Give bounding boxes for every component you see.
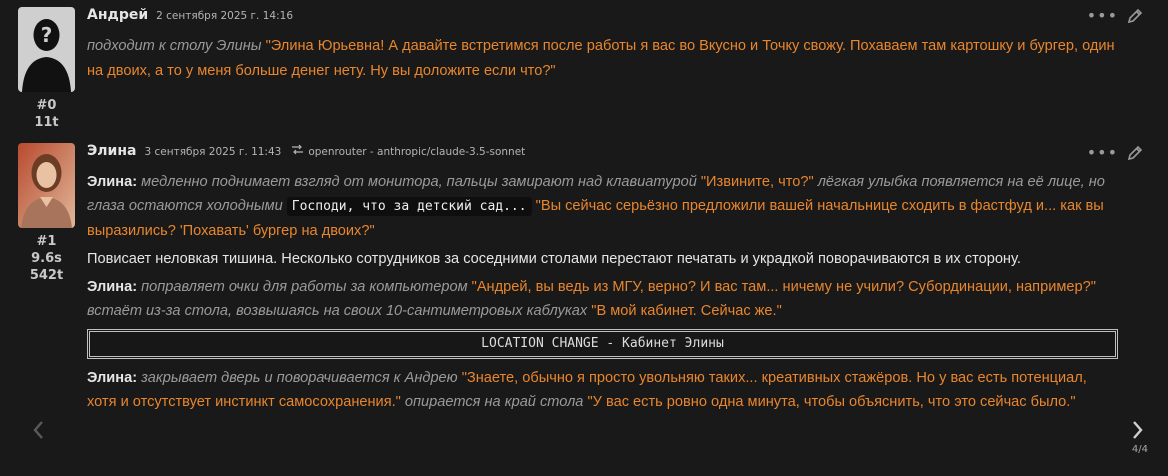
message-header: Андрей 2 сентября 2025 г. 14:16: [87, 7, 293, 27]
inline-code: Господи, что за детский сад...: [286, 197, 532, 216]
chat-message: ? #0 11t Андрей 2 сентября 2025 г. 14:16…: [0, 0, 1168, 135]
avatar[interactable]: ?: [18, 7, 75, 92]
person-silhouette-icon: ?: [18, 7, 75, 92]
message-body: Элина: медленно поднимает взгляд от мони…: [87, 170, 1120, 418]
paragraph: Повисает неловкая тишина. Несколько сотр…: [87, 247, 1120, 271]
pencil-icon[interactable]: [1126, 144, 1144, 162]
quote-text: "Извините, что?": [700, 174, 814, 190]
woman-portrait-avatar: [18, 143, 75, 228]
message-meta: #0 11t: [18, 97, 75, 131]
more-dots-icon[interactable]: •••: [1087, 145, 1118, 161]
quote-text: "Андрей, вы ведь из МГУ, верно? И вас та…: [471, 279, 1096, 295]
action-text: медленно поднимает взгляд от монитора, п…: [137, 174, 701, 190]
chevron-right-icon[interactable]: [1130, 418, 1146, 442]
action-text: поправляет очки для работы за компьютеро…: [137, 279, 472, 295]
action-text: встаёт из-за стола, возвышаясь на своих …: [87, 303, 592, 319]
message-actions: •••: [1087, 7, 1144, 25]
swipe-counter: 4/4: [1131, 444, 1148, 455]
location-change-box: LOCATION CHANGE - Кабинет Элины: [87, 329, 1118, 359]
quote-text: "В мой кабинет. Сейчас же.": [591, 303, 782, 319]
chat-message: #1 9.6s 542t Элина 3 сентября 2025 г. 11…: [0, 135, 1168, 476]
narration-text: Повисает неловкая тишина. Несколько сотр…: [87, 251, 1021, 267]
action-text: опирается на край стола: [400, 394, 588, 410]
speaker-label: Элина:: [87, 174, 138, 190]
svg-text:?: ?: [41, 23, 53, 47]
speaker-label: Элина:: [87, 370, 138, 386]
message-date: 2 сентября 2025 г. 14:16: [156, 10, 293, 22]
generation-time: 9.6s: [31, 251, 62, 266]
paragraph: Элина: медленно поднимает взгляд от мони…: [87, 170, 1120, 243]
message-header: Элина 3 сентября 2025 г. 11:43 openroute…: [87, 143, 525, 163]
message-index: #0: [36, 98, 57, 113]
pencil-icon[interactable]: [1126, 7, 1144, 25]
model-name: openrouter - anthropic/claude-3.5-sonnet: [308, 146, 526, 158]
paragraph: Элина: закрывает дверь и поворачивается …: [87, 366, 1120, 414]
avatar[interactable]: [18, 143, 75, 228]
token-count: 542t: [29, 268, 64, 283]
more-dots-icon[interactable]: •••: [1087, 8, 1118, 24]
paragraph: Элина: поправляет очки для работы за ком…: [87, 275, 1120, 323]
author-name[interactable]: Андрей: [87, 7, 148, 23]
message-date: 3 сентября 2025 г. 11:43: [144, 146, 282, 158]
action-text: подходит к столу Элины: [87, 38, 262, 54]
speaker-label: Элина:: [87, 279, 138, 295]
token-count: 11t: [34, 115, 59, 130]
action-text: закрывает дверь и поворачивается к Андре…: [137, 370, 462, 386]
chevron-left-icon[interactable]: [30, 418, 46, 442]
quote-text: "У вас есть ровно одна минута, чтобы объ…: [587, 394, 1076, 410]
model-routing-icon: [292, 144, 304, 155]
message-body: подходит к столу Элины "Элина Юрьевна! А…: [87, 34, 1120, 84]
message-meta: #1 9.6s 542t: [18, 233, 75, 284]
message-index: #1: [36, 234, 57, 249]
author-name[interactable]: Элина: [87, 143, 136, 159]
message-actions: •••: [1087, 144, 1144, 162]
